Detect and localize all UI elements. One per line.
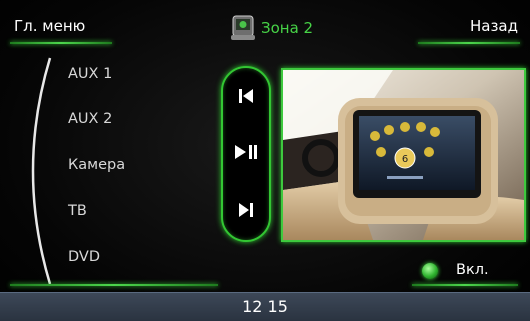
headrest-monitor-preview-image: 6 — [283, 70, 524, 240]
source-item-label: ТВ — [68, 203, 87, 219]
next-button[interactable] — [223, 192, 269, 232]
skip-previous-icon — [237, 88, 255, 108]
source-item-aux2[interactable]: AUX 2 — [68, 104, 178, 134]
source-item-label: AUX 2 — [68, 111, 113, 127]
status-bar: 12 15 — [0, 292, 530, 321]
zone-title: Зона 2 — [224, 14, 344, 44]
main-menu-underline — [10, 42, 112, 44]
source-item-tv[interactable]: ТВ — [68, 196, 178, 226]
source-item-label: Камера — [68, 157, 126, 173]
skip-next-icon — [237, 202, 255, 222]
power-label: Вкл. — [456, 262, 489, 278]
back-button[interactable]: Назад — [412, 8, 524, 44]
power-toggle[interactable]: Вкл. — [412, 256, 524, 286]
source-item-label: DVD — [68, 249, 100, 265]
source-item-dvd[interactable]: DVD — [68, 242, 178, 272]
source-item-camera[interactable]: Камера — [68, 150, 178, 180]
source-item-aux1[interactable]: AUX 1 — [68, 59, 178, 89]
source-list-arc — [31, 57, 52, 285]
zone2-screen: Гл. меню Зона 2 Назад AUX 1 AUX 2 Камера… — [0, 0, 530, 321]
play-pause-button[interactable] — [223, 134, 269, 174]
previous-button[interactable] — [223, 78, 269, 118]
play-pause-icon — [233, 144, 259, 164]
preview-screen-badge: 6 — [402, 154, 408, 165]
clock: 12 15 — [242, 297, 288, 316]
car-seat-screen-icon — [228, 14, 258, 42]
zone-label: Зона 2 — [261, 19, 314, 37]
back-label: Назад — [469, 17, 518, 35]
zone-preview-image: 6 — [281, 68, 526, 242]
transport-controls — [221, 66, 271, 242]
source-item-label: AUX 1 — [68, 66, 113, 82]
power-underline — [412, 284, 518, 286]
main-menu-button[interactable]: Гл. меню — [6, 8, 118, 44]
power-indicator-icon — [422, 263, 438, 279]
back-underline — [418, 42, 520, 44]
source-list-underline — [10, 284, 218, 286]
main-menu-label: Гл. меню — [14, 17, 86, 35]
